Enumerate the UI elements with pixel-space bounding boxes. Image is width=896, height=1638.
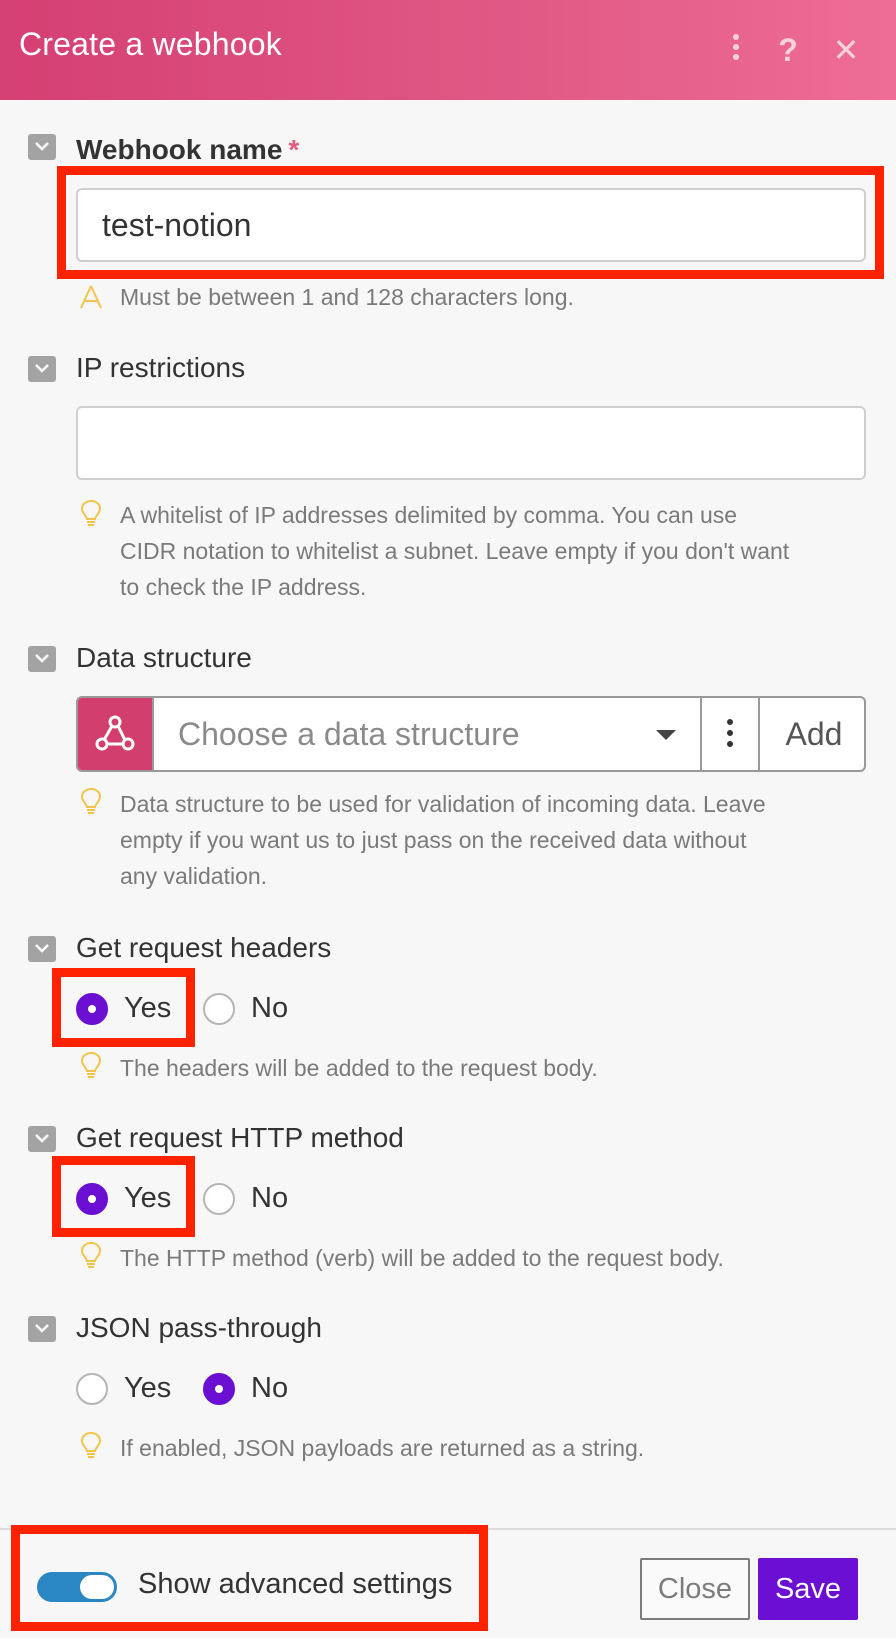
- highlight-box-http-method-yes: [52, 1156, 195, 1237]
- ip-restrictions-label: IP restrictions: [76, 352, 246, 383]
- hint-line: A whitelist of IP addresses delimited by…: [120, 502, 738, 528]
- lightbulb-icon: [80, 1431, 102, 1458]
- lightbulb-icon: [80, 499, 102, 526]
- warning-icon: [80, 285, 102, 309]
- data-structure-picker: Choose a data structure Add: [76, 696, 866, 772]
- collapse-chevron-icon[interactable]: [28, 1316, 56, 1342]
- json-no-radio[interactable]: [203, 1373, 235, 1405]
- dialog-title: Create a webhook: [19, 26, 282, 62]
- headers-hint: The headers will be added to the request…: [120, 1055, 598, 1081]
- dialog-header: Create a webhook ? ✕: [0, 0, 896, 100]
- data-structure-hint: Data structure to be used for validation…: [120, 786, 880, 894]
- json-pass-through-label: JSON pass-through: [76, 1312, 322, 1343]
- http-method-no-radio[interactable]: [203, 1183, 235, 1215]
- headers-no-label[interactable]: No: [251, 992, 288, 1025]
- json-hint: If enabled, JSON payloads are returned a…: [120, 1435, 645, 1461]
- http-method-no-label[interactable]: No: [251, 1182, 288, 1215]
- add-data-structure-button[interactable]: Add: [758, 698, 864, 770]
- json-no-label[interactable]: No: [251, 1372, 288, 1405]
- required-mark: *: [288, 134, 300, 165]
- dropdown-caret-icon[interactable]: [656, 730, 676, 740]
- json-yes-radio[interactable]: [76, 1373, 108, 1405]
- webhook-icon: [78, 698, 152, 770]
- collapse-chevron-icon[interactable]: [28, 1126, 56, 1152]
- hint-line: empty if you want us to just pass on the…: [120, 827, 747, 853]
- get-request-headers-label: Get request headers: [76, 932, 332, 963]
- hint-line: Data structure to be used for validation…: [120, 791, 766, 817]
- lightbulb-icon: [80, 787, 102, 814]
- data-structure-select[interactable]: Choose a data structure: [152, 698, 702, 770]
- highlight-box-advanced-settings: [11, 1525, 488, 1631]
- hint-line: any validation.: [120, 863, 268, 889]
- lightbulb-icon: [80, 1241, 102, 1268]
- collapse-chevron-icon[interactable]: [28, 646, 56, 672]
- data-structure-label: Data structure: [76, 642, 252, 673]
- ip-restrictions-hint: A whitelist of IP addresses delimited by…: [120, 497, 880, 605]
- close-button[interactable]: Close: [640, 1558, 750, 1620]
- highlight-box-webhook-name: [57, 166, 884, 279]
- lightbulb-icon: [80, 1051, 102, 1078]
- save-button[interactable]: Save: [758, 1558, 858, 1620]
- webhook-name-label-text: Webhook name: [76, 134, 283, 165]
- hint-line: to check the IP address.: [120, 574, 367, 600]
- collapse-chevron-icon[interactable]: [28, 356, 56, 382]
- highlight-box-headers-yes: [52, 968, 195, 1047]
- ip-restrictions-input[interactable]: [76, 406, 866, 480]
- webhook-name-label: Webhook name *: [76, 134, 299, 166]
- http-method-hint: The HTTP method (verb) will be added to …: [120, 1245, 724, 1271]
- webhook-name-hint: Must be between 1 and 128 characters lon…: [120, 284, 574, 310]
- kebab-menu-icon[interactable]: [716, 30, 756, 70]
- data-structure-options-button[interactable]: [700, 698, 758, 770]
- help-icon[interactable]: ?: [768, 30, 808, 70]
- hint-line: CIDR notation to whitelist a subnet. Lea…: [120, 538, 790, 564]
- collapse-chevron-icon[interactable]: [28, 936, 56, 962]
- json-yes-label[interactable]: Yes: [124, 1372, 171, 1405]
- get-request-http-method-label: Get request HTTP method: [76, 1122, 404, 1153]
- headers-no-radio[interactable]: [203, 993, 235, 1025]
- close-icon[interactable]: ✕: [826, 30, 866, 70]
- collapse-chevron-icon[interactable]: [28, 134, 56, 160]
